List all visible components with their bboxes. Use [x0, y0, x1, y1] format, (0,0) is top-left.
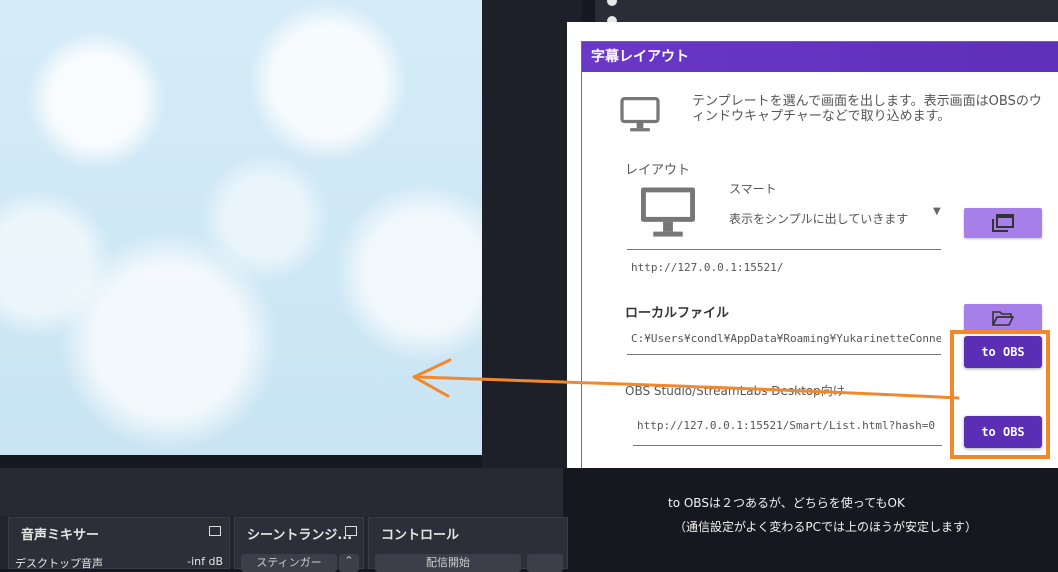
annotation-arrow-icon: [412, 358, 960, 400]
annotation-line-1: to OBSは２つあるが、どちらを使ってもOK: [668, 496, 905, 510]
annotation-line-2: （通信設定がよく変わるPCでは上のほうが安定します）: [674, 520, 978, 534]
